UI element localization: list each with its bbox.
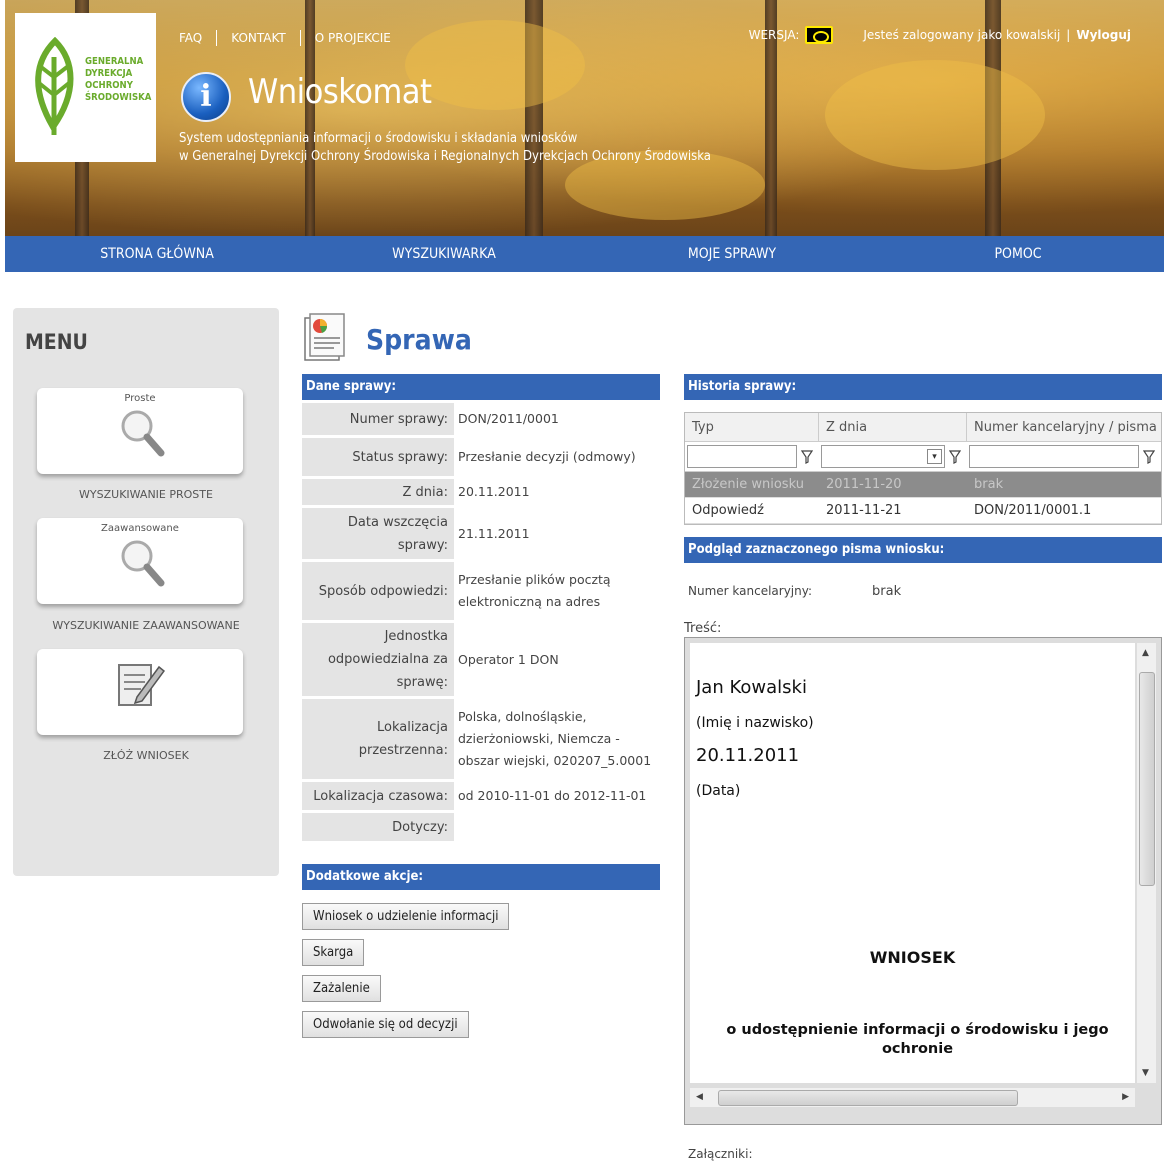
account-bar: WERSJA: Jesteś zalogowany jako kowalskij… — [749, 26, 1131, 44]
magnifier-icon — [121, 540, 165, 587]
app-subtitle: System udostępniania informacji o środow… — [179, 131, 711, 164]
faq-link[interactable]: FAQ — [179, 30, 218, 46]
office-number-value: brak — [872, 584, 902, 599]
nav-home[interactable]: STRONA GŁÓWNA — [5, 236, 309, 272]
high-contrast-eye-icon[interactable] — [805, 26, 834, 44]
leaf-logo-icon — [35, 37, 74, 135]
document-content: Jan Kowalski (Imię i nazwisko) 20.11.201… — [690, 643, 1135, 1083]
scroll-right-icon[interactable]: ▶ — [1122, 1092, 1129, 1102]
grid-filter-row: ▾ — [685, 442, 1161, 472]
page-header: GENERALNA DYREKCJA OCHRONY ŚRODOWISKA FA… — [5, 0, 1164, 272]
case-row-concerns: Dotyczy: — [302, 813, 660, 841]
chevron-down-icon[interactable]: ▾ — [927, 449, 942, 464]
grid-header-row: Typ Z dnia Numer kancelaryjny / pisma — [685, 413, 1161, 442]
menu-title: MENU — [25, 330, 88, 354]
about-link[interactable]: O PROJEKCIE — [315, 30, 405, 46]
horizontal-scrollbar[interactable]: ◀ ▶ — [690, 1087, 1135, 1107]
nav-search[interactable]: WYSZUKIWARKA — [309, 236, 579, 272]
filter-icon[interactable] — [949, 449, 961, 464]
scroll-thumb[interactable] — [718, 1090, 1018, 1106]
submit-request-tile[interactable] — [37, 649, 243, 735]
info-icon: i — [181, 72, 231, 122]
doc-heading: WNIOSEK — [869, 948, 956, 967]
actions-header: Dodatkowe akcje: — [302, 864, 660, 890]
scroll-down-icon[interactable]: ▼ — [1142, 1068, 1149, 1078]
sidebar-menu: MENU Proste WYSZUKIWANIE PROSTE Zaawanso… — [13, 308, 279, 876]
top-links: FAQ KONTAKT O PROJEKCIE — [179, 30, 419, 46]
attachments-label: Załączniki: — [688, 1147, 753, 1161]
logged-in-text: Jesteś zalogowany jako kowalskij — [863, 28, 1061, 42]
case-row-response-method: Sposób odpowiedzi: Przesłanie plików poc… — [302, 562, 660, 620]
case-row-start-date: Data wszczęcia sprawy: 21.11.2011 — [302, 508, 660, 559]
version-label: WERSJA: — [748, 28, 800, 42]
grievance-button[interactable]: Zażalenie — [302, 975, 381, 1002]
column-date[interactable]: Z dnia — [819, 413, 967, 441]
gdos-logo[interactable]: GENERALNA DYREKCJA OCHRONY ŚRODOWISKA — [15, 13, 156, 162]
scroll-left-icon[interactable]: ◀ — [696, 1092, 703, 1102]
doc-name-caption: (Imię i nazwisko) — [696, 715, 814, 731]
doc-date-caption: (Data) — [696, 783, 741, 799]
submit-request-caption[interactable]: ZŁÓŻ WNIOSEK — [13, 749, 279, 762]
history-header: Historia sprawy: — [684, 374, 1162, 400]
doc-name: Jan Kowalski — [696, 677, 807, 698]
tile-label: Zaawansowane — [101, 523, 179, 534]
vertical-scrollbar[interactable]: ▲ ▼ — [1136, 643, 1156, 1083]
number-filter-input[interactable] — [969, 445, 1139, 468]
tile-label: Proste — [124, 393, 156, 404]
scroll-thumb[interactable] — [1139, 672, 1155, 886]
doc-date: 20.11.2011 — [696, 745, 800, 766]
case-row-spatial-location: Lokalizacja przestrzenna: Polska, dolnoś… — [302, 699, 660, 779]
document-viewer[interactable]: Jan Kowalski (Imię i nazwisko) 20.11.201… — [684, 637, 1162, 1125]
column-number[interactable]: Numer kancelaryjny / pisma — [967, 413, 1161, 441]
app-title: Wnioskomat — [248, 72, 432, 112]
advanced-search-caption[interactable]: WYSZUKIWANIE ZAAWANSOWANE — [13, 619, 279, 632]
case-document-icon — [304, 313, 345, 361]
case-row-date: Z dnia: 20.11.2011 — [302, 479, 660, 505]
contact-link[interactable]: KONTAKT — [231, 30, 301, 46]
case-data-table: Numer sprawy: DON/2011/0001 Status spraw… — [302, 403, 660, 844]
date-filter-select[interactable]: ▾ — [821, 445, 945, 468]
form-pencil-icon — [118, 664, 165, 706]
type-filter-input[interactable] — [687, 445, 797, 468]
case-row-time-location: Lokalizacja czasowa: od 2010-11-01 do 20… — [302, 782, 660, 810]
main-nav: STRONA GŁÓWNA WYSZUKIWARKA MOJE SPRAWY P… — [5, 236, 1164, 272]
foliage — [825, 60, 1045, 170]
logo-text: GENERALNA DYREKCJA OCHRONY ŚRODOWISKA — [85, 56, 152, 103]
case-row-number: Numer sprawy: DON/2011/0001 — [302, 403, 660, 435]
filter-icon[interactable] — [801, 449, 813, 464]
advanced-search-tile[interactable]: Zaawansowane — [37, 518, 243, 604]
case-row-unit: Jednostka odpowiedzialna za sprawę: Oper… — [302, 623, 660, 696]
request-info-button[interactable]: Wniosek o udzielenie informacji — [302, 903, 510, 930]
case-data-header: Dane sprawy: — [302, 374, 660, 400]
magnifier-icon — [121, 410, 165, 457]
history-grid: Typ Z dnia Numer kancelaryjny / pisma ▾ … — [684, 412, 1162, 525]
simple-search-caption[interactable]: WYSZUKIWANIE PROSTE — [13, 488, 279, 501]
doc-subheading: o udostępnienie informacji o środowisku … — [726, 1022, 1109, 1057]
table-row[interactable]: Złożenie wniosku 2011-11-20 brak — [685, 472, 1161, 498]
nav-help[interactable]: POMOC — [885, 236, 1151, 272]
preview-header: Podgląd zaznaczonego pisma wniosku: — [684, 537, 1162, 563]
foliage — [405, 20, 585, 110]
table-row[interactable]: Odpowiedź 2011-11-21 DON/2011/0001.1 — [685, 498, 1161, 524]
column-type[interactable]: Typ — [685, 413, 819, 441]
nav-my-cases[interactable]: MOJE SPRAWY — [579, 236, 885, 272]
office-number-label: Numer kancelaryjny: — [688, 584, 813, 598]
scroll-up-icon[interactable]: ▲ — [1142, 648, 1149, 658]
logout-link[interactable]: Wyloguj — [1076, 28, 1131, 42]
content-label: Treść: — [684, 621, 722, 636]
page-title: Sprawa — [366, 323, 472, 356]
case-row-status: Status sprawy: Przesłanie decyzji (odmow… — [302, 438, 660, 476]
complaint-button[interactable]: Skarga — [302, 939, 365, 966]
filter-icon[interactable] — [1143, 449, 1155, 464]
simple-search-tile[interactable]: Proste — [37, 388, 243, 474]
appeal-button[interactable]: Odwołanie się od decyzji — [302, 1011, 469, 1038]
separator: | — [1066, 28, 1071, 42]
